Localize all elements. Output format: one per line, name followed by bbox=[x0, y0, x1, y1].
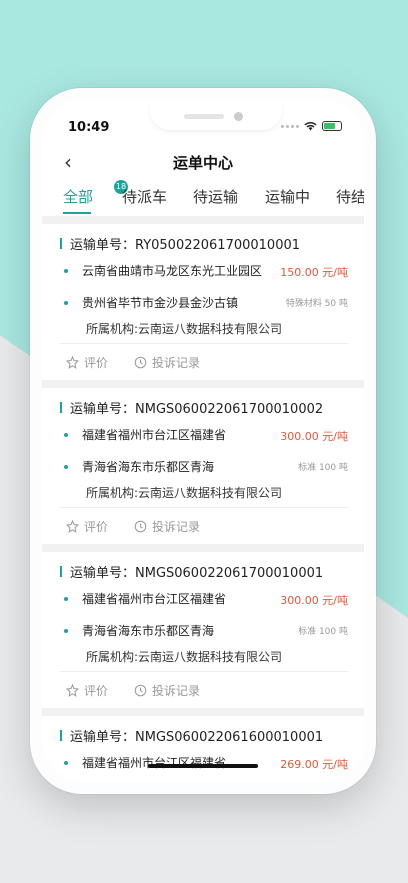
destination-row: 青海省海东市乐都区青海 bbox=[64, 458, 214, 475]
order-card[interactable]: 运输单号：NMGS060022061700010002 福建省福州市台江区福建省… bbox=[42, 388, 364, 544]
order-number: 运输单号：RY050022061700010001 bbox=[60, 234, 300, 253]
order-number-text: 运输单号：NMGS060022061600010001 bbox=[70, 730, 324, 745]
separator bbox=[42, 544, 364, 552]
order-list: 运输单号：RY050022061700010001 云南省曲靖市马龙区东光工业园… bbox=[42, 216, 364, 782]
rate-label: 评价 bbox=[84, 520, 109, 534]
rate-button[interactable]: 评价 bbox=[66, 518, 108, 535]
card-actions: 评价 投诉记录 bbox=[66, 354, 226, 371]
destination-address: 青海省海东市乐都区青海 bbox=[82, 624, 215, 638]
organization: 所属机构:云南运八数据科技有限公司 bbox=[86, 322, 283, 336]
divider bbox=[60, 671, 348, 672]
rate-icon bbox=[66, 520, 79, 533]
page-title: 运单中心 bbox=[172, 154, 233, 172]
nav-bar: ‹ 运单中心 bbox=[42, 148, 364, 178]
tab-pending-settlement[interactable]: 待结 bbox=[336, 186, 364, 207]
origin-row: 云南省曲靖市马龙区东光工业园区 bbox=[64, 262, 262, 279]
rate-icon bbox=[66, 684, 79, 697]
order-number-text: 运输单号：RY050022061700010001 bbox=[70, 238, 301, 253]
freight-price: 300.00 元/吨 bbox=[280, 430, 348, 443]
complaint-label: 投诉记录 bbox=[152, 684, 201, 698]
destination-address: 青海省海东市乐都区青海 bbox=[82, 460, 215, 474]
card-actions: 评价 投诉记录 bbox=[66, 518, 226, 535]
speaker-grille bbox=[184, 114, 224, 119]
order-card[interactable]: 运输单号：NMGS060022061700010001 福建省福州市台江区福建省… bbox=[42, 552, 364, 708]
divider bbox=[60, 507, 348, 508]
origin-address: 云南省曲靖市马龙区东光工业园区 bbox=[82, 264, 263, 278]
tab-in-transit[interactable]: 运输中 bbox=[265, 186, 310, 207]
origin-address: 福建省福州市台江区福建省 bbox=[82, 592, 227, 606]
tab-pending-dispatch[interactable]: 待派车 bbox=[122, 186, 167, 207]
separator bbox=[42, 380, 364, 388]
complaint-history-button[interactable]: 投诉记录 bbox=[134, 518, 200, 535]
home-indicator[interactable] bbox=[148, 764, 258, 768]
cargo-info: 标准 100 吨 bbox=[298, 463, 348, 473]
status-icons bbox=[281, 121, 342, 131]
separator bbox=[42, 216, 364, 224]
tab-all[interactable]: 全部 18 bbox=[63, 180, 128, 207]
complaint-label: 投诉记录 bbox=[152, 356, 201, 370]
divider bbox=[60, 343, 348, 344]
card-actions: 评价 投诉记录 bbox=[66, 682, 226, 699]
freight-price: 269.00 元/吨 bbox=[280, 758, 348, 771]
wifi-icon bbox=[304, 122, 317, 131]
organization: 所属机构:云南运八数据科技有限公司 bbox=[86, 486, 283, 500]
app-screen: 10:49 ‹ 运单中心 全部 18 待派车 待运输 运输中 待结 运输单号：R… bbox=[42, 100, 364, 782]
origin-row: 福建省福州市台江区福建省 bbox=[64, 590, 226, 607]
destination-row: 青海省海东市乐都区青海 bbox=[64, 622, 214, 639]
order-tabs: 全部 18 待派车 待运输 运输中 待结 bbox=[42, 180, 364, 216]
rate-icon bbox=[66, 356, 79, 369]
rate-label: 评价 bbox=[84, 356, 109, 370]
cargo-info: 标准 100 吨 bbox=[298, 627, 348, 637]
order-number: 运输单号：NMGS060022061700010002 bbox=[60, 398, 323, 417]
signal-icon bbox=[281, 124, 299, 128]
tab-all-label: 全部 bbox=[63, 188, 94, 206]
order-number: 运输单号：NMGS060022061600010001 bbox=[60, 726, 323, 745]
organization: 所属机构:云南运八数据科技有限公司 bbox=[86, 650, 283, 664]
active-tab-indicator bbox=[63, 212, 91, 214]
complaint-history-button[interactable]: 投诉记录 bbox=[134, 682, 200, 699]
history-icon bbox=[134, 684, 147, 697]
origin-row: 福建省福州市台江区福建省 bbox=[64, 426, 226, 443]
complaint-label: 投诉记录 bbox=[152, 520, 201, 534]
origin-address: 福建省福州市台江区福建省 bbox=[82, 756, 227, 770]
order-number-text: 运输单号：NMGS060022061700010002 bbox=[70, 402, 324, 417]
origin-address: 福建省福州市台江区福建省 bbox=[82, 428, 227, 442]
order-number-text: 运输单号：NMGS060022061700010001 bbox=[70, 566, 324, 581]
destination-address: 贵州省毕节市金沙县金沙古镇 bbox=[82, 296, 239, 310]
freight-price: 300.00 元/吨 bbox=[280, 594, 348, 607]
cargo-info: 特殊材料 50 吨 bbox=[285, 299, 348, 309]
destination-row: 贵州省毕节市金沙县金沙古镇 bbox=[64, 294, 238, 311]
order-number: 运输单号：NMGS060022061700010001 bbox=[60, 562, 323, 581]
order-card[interactable]: 运输单号：NMGS060022061600010001 福建省福州市台江区福建省… bbox=[42, 716, 364, 782]
origin-row: 福建省福州市台江区福建省 bbox=[64, 754, 226, 771]
front-camera bbox=[234, 112, 243, 121]
status-time: 10:49 bbox=[68, 120, 110, 135]
separator bbox=[42, 708, 364, 716]
history-icon bbox=[134, 356, 147, 369]
complaint-history-button[interactable]: 投诉记录 bbox=[134, 354, 200, 371]
order-card[interactable]: 运输单号：RY050022061700010001 云南省曲靖市马龙区东光工业园… bbox=[42, 224, 364, 380]
rate-button[interactable]: 评价 bbox=[66, 682, 108, 699]
rate-label: 评价 bbox=[84, 684, 109, 698]
history-icon bbox=[134, 520, 147, 533]
tab-pending-transport[interactable]: 待运输 bbox=[193, 186, 238, 207]
rate-button[interactable]: 评价 bbox=[66, 354, 108, 371]
battery-icon bbox=[322, 121, 342, 131]
freight-price: 150.00 元/吨 bbox=[280, 266, 348, 279]
